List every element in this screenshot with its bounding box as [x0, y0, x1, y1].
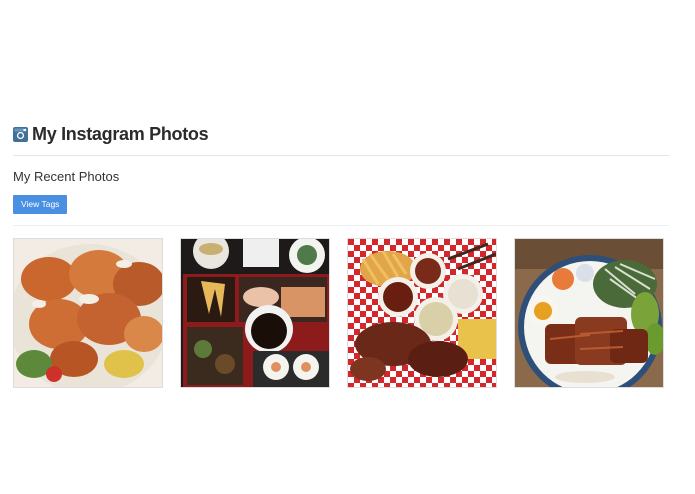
header-divider [13, 155, 669, 156]
view-tags-button[interactable]: View Tags [13, 195, 68, 214]
section-divider [13, 225, 669, 226]
widget-title: My Instagram Photos [32, 123, 209, 144]
instagram-icon [13, 126, 28, 142]
fried-seafood-salad-photo[interactable] [13, 238, 163, 388]
eel-rice-bowl-photo[interactable] [514, 238, 664, 388]
bento-box-photo[interactable] [180, 238, 330, 388]
widget-header: My Instagram Photos [13, 122, 669, 146]
photo-grid [13, 238, 664, 388]
bbq-platter-photo[interactable] [347, 238, 497, 388]
instagram-widget: My Instagram Photos My Recent Photos Vie… [13, 122, 669, 226]
recent-photos-label: My Recent Photos [13, 169, 120, 184]
